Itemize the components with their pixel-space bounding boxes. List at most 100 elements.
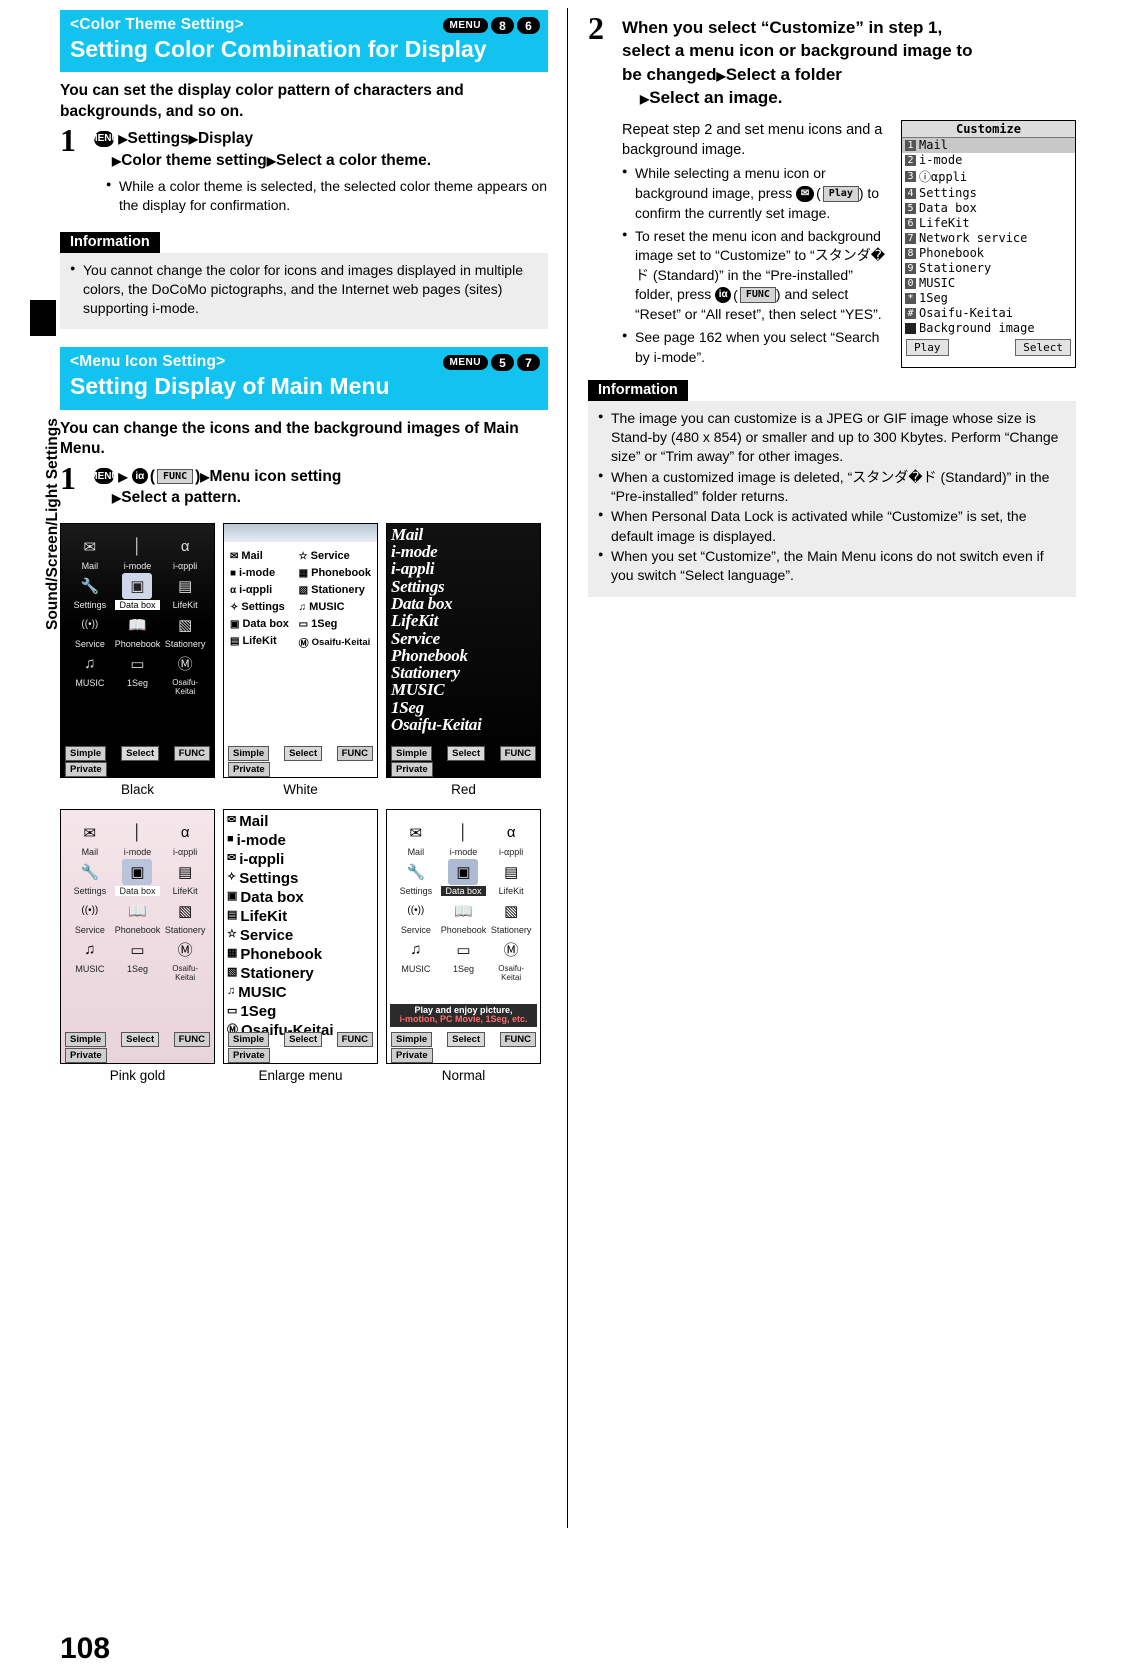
softkey-func[interactable]: FUNC [499, 745, 536, 761]
softkey-select[interactable]: Select [284, 745, 323, 761]
list-item[interactable]: ▭ 1Seg [227, 1002, 374, 1021]
list-item[interactable]: LifeKit [391, 612, 536, 630]
customize-row[interactable]: 5 Data box [902, 201, 1075, 216]
softkey-simple[interactable]: Simple [391, 745, 433, 761]
softkey-simple[interactable]: Simple [65, 745, 107, 761]
softkey-simple[interactable]: Simple [65, 1031, 107, 1047]
list-item[interactable]: ✧ Settings [227, 869, 374, 888]
list-item[interactable]: ▧ Stationery [297, 582, 373, 599]
menu-icon-settings[interactable]: 🔧 Settings [67, 573, 113, 610]
softkey-func[interactable]: FUNC [336, 1031, 373, 1047]
softkey-func[interactable]: FUNC [336, 745, 373, 761]
list-item[interactable]: Mail [391, 525, 536, 543]
softkey-simple[interactable]: Simple [228, 745, 270, 761]
menu-icon-iappli[interactable]: α i-αppli [162, 534, 208, 571]
list-item[interactable]: ✉ Mail [227, 812, 374, 831]
softkey-select[interactable]: Select [1015, 338, 1071, 356]
softkey-select[interactable]: Select [121, 745, 160, 761]
list-item[interactable]: ⓂOsaifu-Keitai [297, 633, 373, 653]
menu-icon-iappli[interactable]: α i-αppli [162, 820, 208, 857]
menu-icon-music[interactable]: ♫ MUSIC [67, 937, 113, 982]
menu-icon-lifekit[interactable]: ▤ LifeKit [162, 859, 208, 896]
menu-icon-mail[interactable]: ✉ Mail [67, 534, 113, 571]
customize-row[interactable]: 0 MUSIC [902, 276, 1075, 291]
menu-icon-databox[interactable]: ▣ Data box [440, 858, 487, 896]
menu-icon-1seg[interactable]: ▭ 1Seg [441, 937, 487, 982]
customize-row[interactable]: 8 Phonebook [902, 246, 1075, 261]
menu-icon-phonebook[interactable]: 📖 Phonebook [115, 898, 161, 935]
list-item[interactable]: ✉ Mail [228, 548, 293, 565]
menu-icon-osaifu[interactable]: Ⓜ Osaifu-Keitai [488, 937, 534, 982]
softkey-private[interactable]: Private [391, 1047, 433, 1063]
softkey-func[interactable]: FUNC [173, 745, 210, 761]
softkey-private[interactable]: Private [65, 1047, 107, 1063]
list-item[interactable]: MUSIC [391, 681, 536, 699]
list-item[interactable]: ✧ Settings [228, 599, 293, 616]
menu-icon-settings[interactable]: 🔧 Settings [393, 859, 439, 896]
menu-icon-service[interactable]: ((•)) Service [67, 612, 113, 649]
list-item[interactable]: ■ i-mode [228, 565, 293, 582]
menu-icon-music[interactable]: ♫ MUSIC [67, 651, 113, 696]
menu-icon-imode[interactable]: │ i-mode [441, 820, 487, 857]
menu-icon-stationery[interactable]: ▧ Stationery [162, 612, 208, 649]
menu-icon-service[interactable]: ((•)) Service [67, 898, 113, 935]
list-item[interactable]: Data box [391, 595, 536, 613]
menu-icon-iappli[interactable]: α i-αppli [488, 820, 534, 857]
list-item[interactable]: ▤ LifeKit [227, 907, 374, 926]
softkey-select[interactable]: Select [284, 1031, 323, 1047]
list-item[interactable]: Service [391, 629, 536, 647]
softkey-select[interactable]: Select [447, 745, 486, 761]
list-item[interactable]: i-mode [391, 543, 536, 561]
customize-row[interactable]: 1 Mail [902, 137, 1075, 153]
list-item[interactable]: ☆ Service [297, 548, 373, 565]
customize-row[interactable]: * 1Seg [902, 291, 1075, 306]
list-item[interactable]: ■ i-mode [227, 831, 374, 850]
softkey-private[interactable]: Private [228, 1047, 270, 1063]
customize-row[interactable]: # Osaifu-Keitai [902, 306, 1075, 321]
list-item[interactable]: i-appli [391, 560, 536, 578]
softkey-private[interactable]: Private [391, 761, 433, 777]
customize-row[interactable]: 3 ⓘαppli [902, 168, 1075, 186]
list-item[interactable]: Settings [391, 577, 536, 595]
customize-row[interactable]: 9 Stationery [902, 261, 1075, 276]
softkey-select[interactable]: Select [447, 1031, 486, 1047]
menu-icon-mail[interactable]: ✉ Mail [393, 820, 439, 857]
menu-icon-osaifu[interactable]: Ⓜ Osaifu-Keitai [162, 937, 208, 982]
list-item[interactable]: ☆ Service [227, 926, 374, 945]
list-item[interactable]: Stationery [391, 664, 536, 682]
menu-icon-1seg[interactable]: ▭ 1Seg [115, 651, 161, 696]
menu-icon-mail[interactable]: ✉ Mail [67, 820, 113, 857]
customize-row[interactable]: Background image [902, 321, 1075, 336]
softkey-play[interactable]: Play [906, 338, 949, 356]
list-item[interactable]: ♫ MUSIC [227, 983, 374, 1002]
menu-icon-lifekit[interactable]: ▤ LifeKit [162, 573, 208, 610]
list-item[interactable]: 1Seg [391, 698, 536, 716]
list-item[interactable]: ▧ Stationery [227, 964, 374, 983]
menu-icon-service[interactable]: ((•)) Service [393, 898, 439, 935]
menu-icon-stationery[interactable]: ▧ Stationery [162, 898, 208, 935]
list-item[interactable]: ▦ Phonebook [227, 945, 374, 964]
menu-icon-stationery[interactable]: ▧ Stationery [488, 898, 534, 935]
list-item[interactable]: ▣ Data box [228, 616, 293, 633]
list-item[interactable]: ▭ 1Seg [297, 616, 373, 633]
menu-icon-phonebook[interactable]: 📖 Phonebook [115, 612, 161, 649]
customize-row[interactable]: 2 i-mode [902, 153, 1075, 168]
customize-row[interactable]: 7 Network service [902, 231, 1075, 246]
list-item[interactable]: Phonebook [391, 646, 536, 664]
list-item[interactable]: α i-αppli [228, 582, 293, 599]
softkey-select[interactable]: Select [121, 1031, 160, 1047]
menu-icon-osaifu[interactable]: Ⓜ Osaifu-Keitai [162, 651, 208, 696]
menu-icon-phonebook[interactable]: 📖 Phonebook [441, 898, 487, 935]
list-item[interactable]: ▦ Phonebook [297, 565, 373, 582]
softkey-private[interactable]: Private [65, 761, 107, 777]
menu-icon-imode[interactable]: │ i-mode [115, 534, 161, 571]
softkey-func[interactable]: FUNC [173, 1031, 210, 1047]
menu-icon-settings[interactable]: 🔧 Settings [67, 859, 113, 896]
menu-icon-databox[interactable]: ▣ Data box [114, 572, 161, 610]
softkey-func[interactable]: FUNC [499, 1031, 536, 1047]
softkey-private[interactable]: Private [228, 761, 270, 777]
menu-icon-music[interactable]: ♫ MUSIC [393, 937, 439, 982]
list-item[interactable]: Osaifu-Keitai [391, 716, 536, 734]
list-item[interactable]: ▣ Data box [227, 888, 374, 907]
list-item[interactable]: ♫ MUSIC [297, 599, 373, 616]
